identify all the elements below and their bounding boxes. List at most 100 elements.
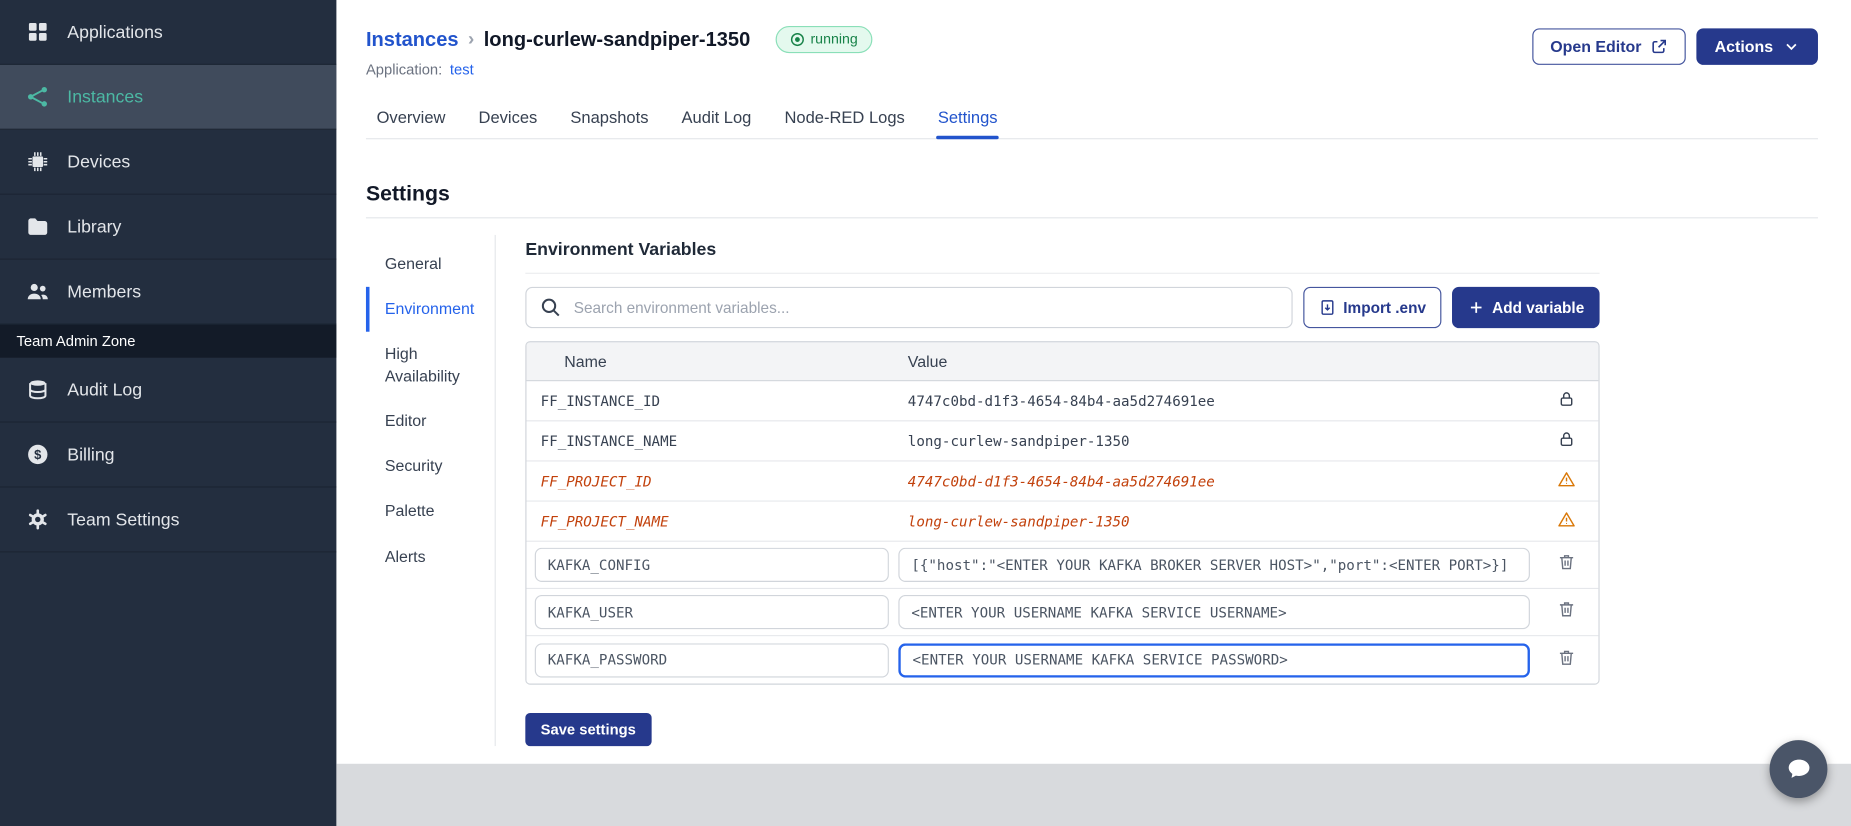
- env-toolbar: Import .env Add variable: [525, 286, 1600, 329]
- page-footer-area: [336, 763, 1851, 826]
- external-link-icon: [1652, 39, 1667, 54]
- warning-icon: [1556, 510, 1575, 532]
- env-var-value: 4747c0bd-d1f3-4654-84b4-aa5d274691ee: [907, 392, 1215, 410]
- running-status-icon: [790, 32, 804, 46]
- database-icon: [26, 378, 50, 402]
- breadcrumb-separator: ›: [467, 28, 475, 49]
- sidebar-item-label: Team Settings: [67, 509, 180, 530]
- breadcrumb: Instances › long-curlew-sandpiper-1350 r…: [366, 25, 872, 54]
- sidebar-section-team-admin-zone: Team Admin Zone: [0, 324, 337, 358]
- env-var-name: FF_INSTANCE_NAME: [540, 432, 678, 450]
- sidebar-item-label: Library: [67, 216, 122, 237]
- status-badge-label: running: [810, 30, 858, 48]
- column-header-name: Name: [564, 352, 607, 371]
- trash-icon[interactable]: [1556, 648, 1575, 673]
- breadcrumb-instances-link[interactable]: Instances: [366, 28, 459, 52]
- settings-nav-palette[interactable]: Palette: [366, 489, 495, 534]
- env-name-input[interactable]: [534, 547, 889, 582]
- open-editor-label: Open Editor: [1550, 37, 1642, 56]
- tab-devices[interactable]: Devices: [477, 97, 538, 138]
- env-value-input[interactable]: [898, 642, 1530, 678]
- env-var-name: FF_INSTANCE_ID: [540, 392, 661, 410]
- tab-audit-log[interactable]: Audit Log: [680, 97, 752, 138]
- env-value-input[interactable]: [898, 547, 1530, 582]
- sidebar-item-members[interactable]: Members: [0, 260, 337, 325]
- search-input[interactable]: [525, 286, 1293, 329]
- tab-snapshots[interactable]: Snapshots: [569, 97, 649, 138]
- header-actions: Open Editor Actions: [1532, 28, 1818, 65]
- table-row: FF_INSTANCE_ID 4747c0bd-d1f3-4654-84b4-a…: [526, 381, 1599, 422]
- settings-title: Settings: [365, 181, 450, 206]
- settings-nav-editor[interactable]: Editor: [366, 399, 495, 444]
- column-header-value: Value: [907, 352, 948, 371]
- settings-nav-high-availability[interactable]: High Availability: [366, 332, 495, 399]
- env-name-input[interactable]: [534, 642, 889, 678]
- open-editor-button[interactable]: Open Editor: [1532, 28, 1687, 65]
- settings-nav-security[interactable]: Security: [366, 444, 495, 489]
- table-row: [526, 541, 1599, 590]
- sidebar-item-devices[interactable]: Devices: [0, 130, 337, 195]
- search-box: [525, 286, 1293, 329]
- import-env-button[interactable]: Import .env: [1303, 286, 1442, 329]
- import-file-icon: [1321, 300, 1334, 315]
- folder-icon: [26, 215, 50, 239]
- lock-icon: [1556, 430, 1575, 452]
- chat-widget-button[interactable]: [1769, 740, 1828, 799]
- sidebar-item-audit-log[interactable]: Audit Log: [0, 358, 337, 423]
- actions-label: Actions: [1714, 37, 1774, 56]
- plus-icon: [1470, 302, 1482, 313]
- sidebar-item-instances[interactable]: Instances: [0, 64, 337, 130]
- settings-divider: [365, 217, 1818, 219]
- sidebar-item-label: Members: [67, 281, 142, 302]
- sidebar-item-applications[interactable]: Applications: [0, 0, 337, 65]
- table-row: [526, 589, 1599, 637]
- instances-icon: [26, 85, 50, 109]
- users-icon: [26, 280, 50, 304]
- sidebar-item-library[interactable]: Library: [0, 195, 337, 260]
- sidebar-item-label: Billing: [67, 444, 115, 465]
- status-badge: running: [775, 25, 872, 54]
- gear-icon: [26, 508, 50, 532]
- sidebar-item-label: Devices: [67, 151, 131, 172]
- import-env-label: Import .env: [1343, 298, 1427, 317]
- sidebar-item-label: Audit Log: [67, 379, 143, 400]
- settings-nav-alerts[interactable]: Alerts: [366, 534, 495, 579]
- env-variables-table: Name Value FF_INSTANCE_ID 4747c0bd-d1f3-…: [525, 341, 1600, 685]
- sidebar-item-team-settings[interactable]: Team Settings: [0, 488, 337, 553]
- env-panel-title: Environment Variables: [525, 240, 1600, 274]
- tab-overview[interactable]: Overview: [375, 97, 446, 138]
- environment-panel: Environment Variables Import .env: [496, 235, 1818, 747]
- settings-nav-general[interactable]: General: [366, 242, 495, 287]
- applications-icon: [26, 20, 50, 44]
- tab-settings[interactable]: Settings: [936, 97, 999, 140]
- actions-button[interactable]: Actions: [1696, 28, 1818, 65]
- sidebar-item-label: Instances: [67, 86, 144, 107]
- env-var-value: long-curlew-sandpiper-1350: [907, 432, 1130, 450]
- table-header: Name Value: [526, 342, 1599, 382]
- sidebar-item-billing[interactable]: $ Billing: [0, 423, 337, 488]
- env-var-value: 4747c0bd-d1f3-4654-84b4-aa5d274691ee: [907, 472, 1215, 490]
- trash-icon[interactable]: [1556, 600, 1575, 625]
- dollar-icon: $: [26, 443, 50, 467]
- application-link[interactable]: test: [450, 61, 474, 78]
- tab-node-red-logs[interactable]: Node-RED Logs: [783, 97, 906, 138]
- sidebar: Applications Instances Devices Library M…: [0, 0, 337, 826]
- save-settings-button[interactable]: Save settings: [525, 713, 652, 747]
- trash-icon[interactable]: [1556, 552, 1575, 577]
- app-root: Applications Instances Devices Library M…: [0, 0, 1851, 826]
- tab-bar: Overview Devices Snapshots Audit Log Nod…: [365, 97, 1818, 140]
- settings-nav-environment[interactable]: Environment: [365, 287, 495, 333]
- table-row: FF_PROJECT_ID 4747c0bd-d1f3-4654-84b4-aa…: [526, 461, 1599, 502]
- application-row: Application: test: [366, 61, 872, 78]
- add-variable-button[interactable]: Add variable: [1451, 286, 1600, 329]
- sidebar-item-label: Applications: [67, 21, 163, 42]
- main-content: Instances › long-curlew-sandpiper-1350 r…: [336, 0, 1851, 826]
- env-name-input[interactable]: [534, 594, 889, 630]
- table-row: FF_PROJECT_NAME long-curlew-sandpiper-13…: [526, 501, 1599, 542]
- chevron-down-icon: [1786, 43, 1797, 51]
- table-row: [526, 636, 1599, 684]
- table-row: FF_INSTANCE_NAME long-curlew-sandpiper-1…: [526, 421, 1599, 462]
- env-value-input[interactable]: [898, 594, 1530, 630]
- env-var-name: FF_PROJECT_NAME: [540, 512, 669, 530]
- lock-icon: [1556, 390, 1575, 412]
